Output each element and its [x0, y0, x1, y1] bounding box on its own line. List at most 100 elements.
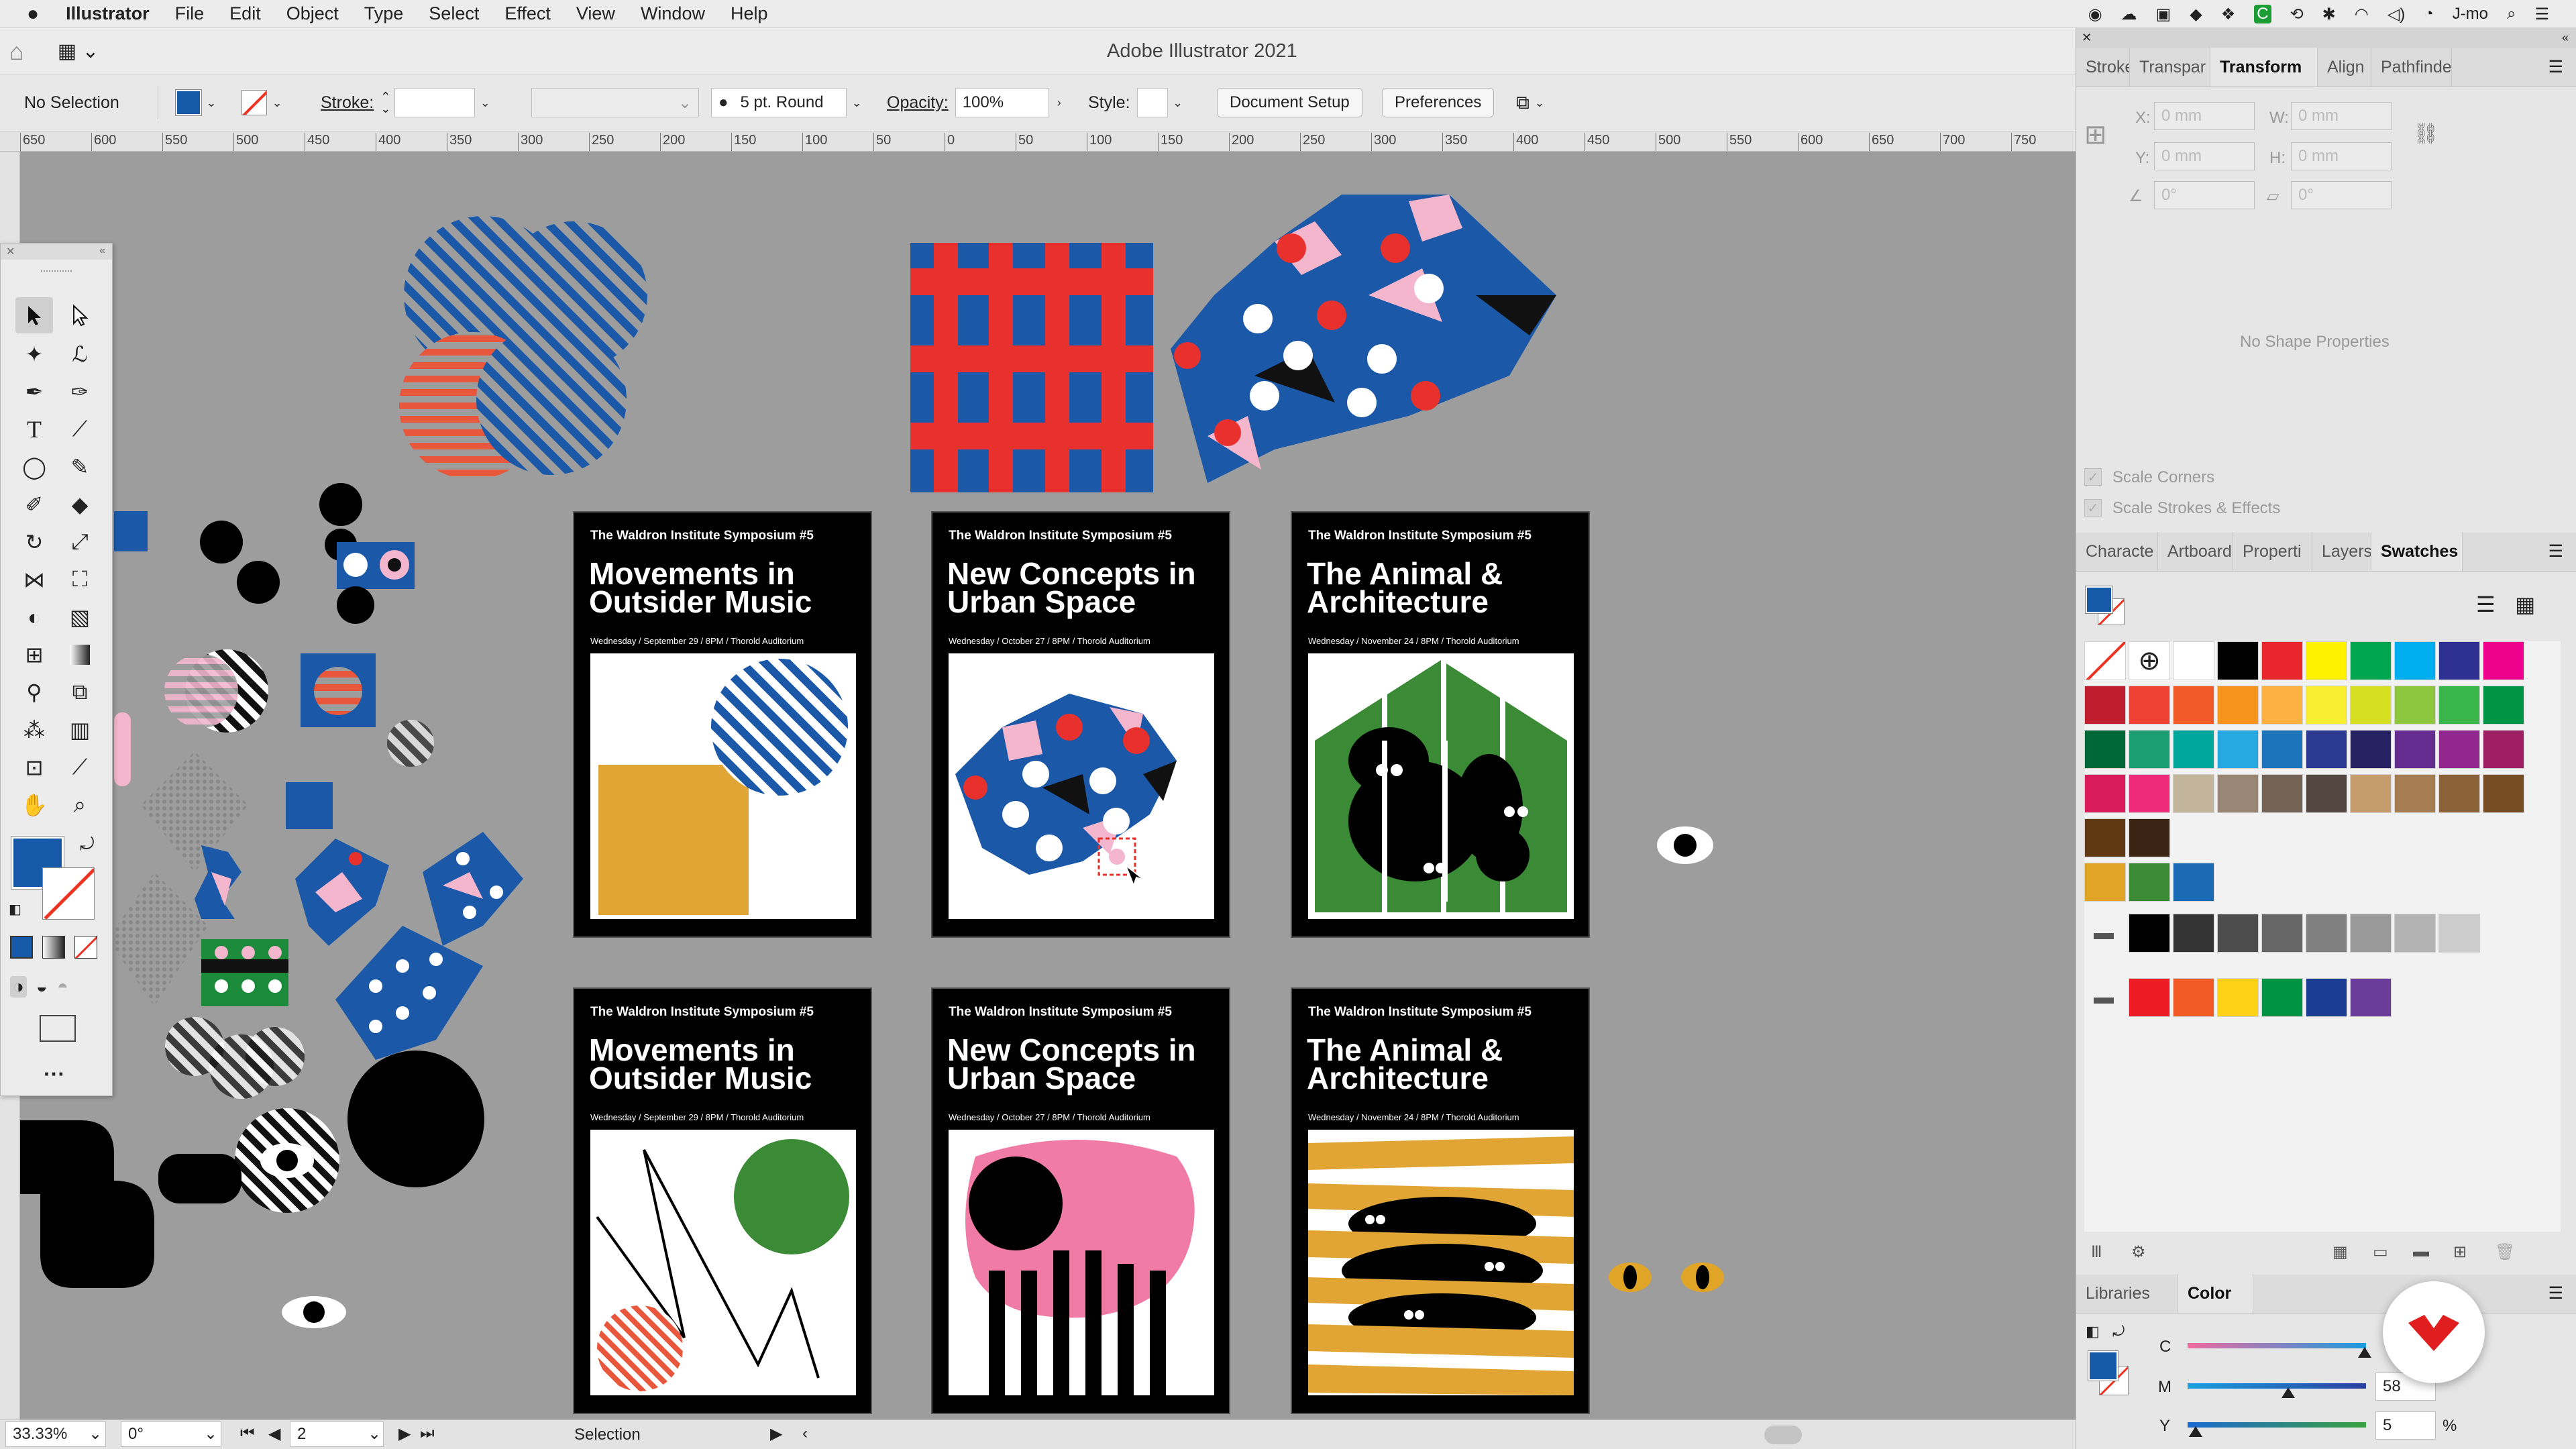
tab-properties[interactable]: Properti — [2233, 532, 2312, 571]
column-graph-tool-icon[interactable]: ▥ — [61, 712, 99, 748]
artboard-poster-6[interactable]: The Waldron Institute Symposium #5 The A… — [1291, 987, 1590, 1414]
show-swatch-kinds-icon[interactable]: ⚙ — [2131, 1242, 2146, 1262]
artboard-poster-4[interactable]: The Waldron Institute Symposium #5 Movem… — [573, 987, 872, 1414]
magic-wand-tool-icon[interactable]: ✦ — [15, 336, 53, 372]
swatch[interactable] — [2261, 774, 2303, 813]
panel-menu-icon[interactable]: ☰ — [2548, 48, 2563, 87]
swatch[interactable] — [2394, 774, 2436, 813]
stroke-stepper[interactable]: ⌃ ⌄ — [380, 91, 390, 115]
ruler-top[interactable]: 650 600 550 500 450 400 350 300 250 200 150 100 50 0 5… — [0, 131, 2076, 152]
shape-builder-tool-icon[interactable]: ◐ — [15, 599, 53, 635]
cyan-slider[interactable] — [2188, 1343, 2366, 1348]
swatch-libraries-icon[interactable]: Ⅲ — [2091, 1242, 2102, 1262]
swatch-none[interactable] — [2084, 641, 2126, 680]
magenta-slider[interactable] — [2188, 1383, 2366, 1389]
swatch[interactable] — [2261, 686, 2303, 724]
color-group-folder-icon[interactable]: ▬ — [2094, 922, 2114, 945]
gradient-tool-icon[interactable] — [61, 637, 99, 673]
screen-mode-icon[interactable] — [40, 1015, 76, 1042]
chevron-down-icon[interactable]: ⌄ — [475, 88, 495, 117]
paintbrush-tool-icon[interactable]: ✎ — [61, 449, 99, 485]
fill-swatch[interactable] — [2085, 586, 2113, 614]
swatch[interactable] — [2306, 730, 2347, 769]
swatch[interactable] — [2350, 774, 2392, 813]
swatch[interactable] — [2350, 914, 2392, 953]
swatch[interactable] — [2129, 686, 2170, 724]
dropbox-icon[interactable]: ❖ — [2221, 5, 2236, 24]
w-input[interactable]: 0 mm — [2291, 102, 2392, 130]
scale-corners-checkbox[interactable]: ✓ — [2084, 468, 2102, 486]
scale-strokes-checkbox[interactable]: ✓ — [2084, 499, 2102, 517]
swatch[interactable] — [2438, 641, 2480, 680]
stroke-weight-control[interactable]: Stroke: ⌃ ⌄ ⌄ — [321, 86, 495, 119]
swatch[interactable] — [2217, 914, 2259, 953]
swatch[interactable] — [2483, 641, 2524, 680]
swatch[interactable] — [2173, 641, 2214, 680]
swatch[interactable] — [2084, 818, 2126, 857]
swatch[interactable] — [2394, 730, 2436, 769]
scale-tool-icon[interactable]: ⤢ — [61, 524, 99, 560]
swap-colors-icon[interactable]: ⤾ — [2112, 1323, 2125, 1340]
opacity-control[interactable]: Opacity: 100% › — [887, 86, 1069, 119]
swatch[interactable] — [2306, 978, 2347, 1017]
menu-file[interactable]: File — [175, 3, 205, 24]
swatch[interactable] — [2438, 914, 2480, 953]
swatch[interactable] — [2394, 641, 2436, 680]
status-menu-icon[interactable]: ▶ — [770, 1424, 782, 1444]
brush-field[interactable]: ● 5 pt. Round — [711, 88, 847, 117]
eyedropper-tool-icon[interactable]: ⚲ — [15, 674, 53, 710]
apple-icon[interactable]: ● — [27, 3, 39, 25]
x-input[interactable]: 0 mm — [2154, 102, 2255, 130]
last-artboard-icon[interactable]: ⏭ — [420, 1424, 435, 1443]
messages-icon[interactable]: ▣ — [2156, 5, 2171, 24]
list-view-icon[interactable]: ☰ — [2476, 592, 2496, 617]
fill-swatch[interactable] — [175, 89, 202, 116]
tab-layers[interactable]: Layers — [2312, 532, 2371, 571]
swatch[interactable] — [2173, 863, 2214, 902]
stroke-color-control[interactable]: ⌄ — [241, 86, 287, 119]
magenta-slider-thumb[interactable] — [2282, 1387, 2295, 1398]
floating-logo-badge[interactable] — [2383, 1281, 2485, 1383]
clock-icon[interactable]: ◔ — [2424, 5, 2434, 23]
rotate-tool-icon[interactable]: ↻ — [15, 524, 53, 560]
swatch[interactable] — [2394, 914, 2436, 953]
time-machine-icon[interactable]: ⟲ — [2290, 5, 2304, 24]
chevron-down-icon[interactable]: ⌄ — [1529, 88, 1550, 117]
chevron-down-icon[interactable]: ⌄ — [847, 88, 867, 117]
swatch[interactable] — [2129, 914, 2170, 953]
swatch[interactable] — [2306, 774, 2347, 813]
reference-point-icon[interactable]: ⊞ — [2084, 119, 2107, 150]
swatch[interactable] — [2173, 730, 2214, 769]
preferences-button[interactable]: Preferences — [1382, 88, 1495, 117]
new-swatch-icon[interactable]: ⊞ — [2453, 1242, 2467, 1262]
symbol-sprayer-tool-icon[interactable]: ⁂ — [15, 712, 53, 748]
swatch[interactable] — [2217, 774, 2259, 813]
stroke-label[interactable]: Stroke: — [321, 93, 374, 113]
fill-color-control[interactable]: ⌄ — [175, 86, 221, 119]
swatch[interactable] — [2217, 978, 2259, 1017]
user-name[interactable]: J-mo — [2453, 5, 2488, 23]
mesh-tool-icon[interactable]: ⊞ — [15, 637, 53, 673]
lasso-tool-icon[interactable]: ℒ — [61, 336, 99, 372]
search-icon[interactable]: ⌕ — [2507, 5, 2516, 23]
drag-handle[interactable] — [41, 270, 72, 276]
stroke-none-swatch[interactable] — [241, 90, 267, 115]
h-input[interactable]: 0 mm — [2291, 142, 2392, 170]
direct-selection-tool-icon[interactable] — [61, 297, 99, 333]
arrange-icon[interactable]: ⧉ — [1516, 92, 1529, 114]
swatch[interactable] — [2261, 978, 2303, 1017]
hand-tool-icon[interactable]: ✋ — [15, 787, 53, 823]
artboard-tool-icon[interactable]: ⊡ — [15, 749, 53, 786]
delete-swatch-icon[interactable]: 🗑 — [2495, 1242, 2515, 1262]
brush-control[interactable]: ● 5 pt. Round ⌄ — [711, 86, 867, 119]
swatch[interactable] — [2306, 641, 2347, 680]
artboard-poster-3[interactable]: The Waldron Institute Symposium #5 The A… — [1291, 511, 1590, 938]
chevron-down-icon[interactable]: ⌄ — [267, 88, 287, 117]
app-menu[interactable]: Illustrator — [66, 3, 150, 24]
home-icon[interactable]: ⌂ — [9, 38, 24, 66]
line-tool-icon[interactable]: ⟋ — [61, 411, 99, 447]
tab-transparency[interactable]: Transpar — [2130, 48, 2210, 87]
draw-normal-icon[interactable]: ◑ — [10, 976, 27, 998]
panel-menu-icon[interactable]: ☰ — [2548, 1274, 2563, 1313]
collapse-icon[interactable]: « — [99, 245, 105, 257]
